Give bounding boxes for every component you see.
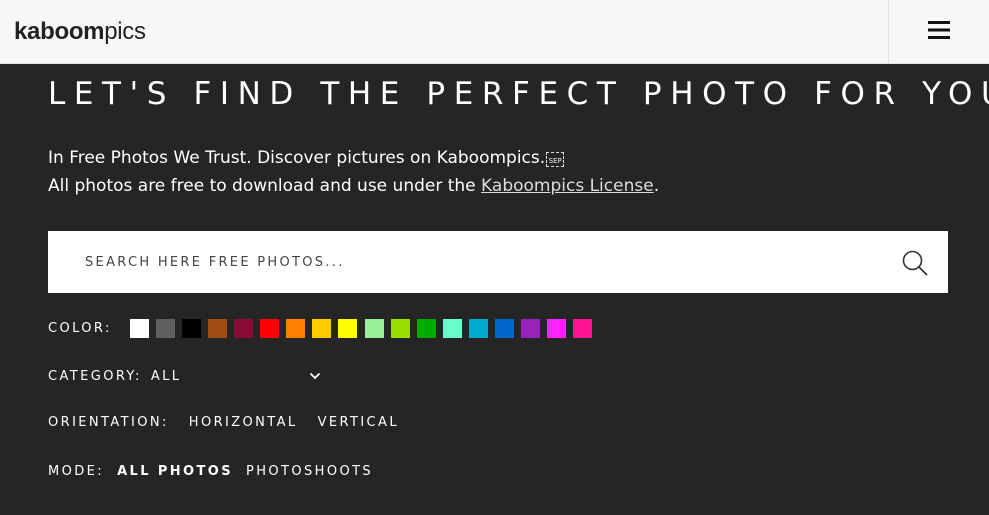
- page-headline: LET'S FIND THE PERFECT PHOTO FOR YOU: [48, 76, 989, 112]
- color-swatch-7[interactable]: [286, 318, 306, 338]
- top-navbar: kaboompics: [0, 0, 989, 64]
- orientation-vertical[interactable]: VERTICAL: [318, 415, 399, 430]
- mode-all-photos[interactable]: ALL PHOTOS: [117, 464, 233, 479]
- menu-button[interactable]: [888, 0, 989, 64]
- color-swatch-5[interactable]: [234, 318, 254, 338]
- intro-line-1: In Free Photos We Trust. Discover pictur…: [48, 148, 546, 168]
- color-swatch-15[interactable]: [495, 318, 515, 338]
- orientation-horizontal[interactable]: HORIZONTAL: [189, 415, 298, 430]
- hamburger-icon: [928, 21, 950, 39]
- category-label: CATEGORY:: [48, 368, 142, 384]
- color-swatch-6[interactable]: [260, 318, 280, 338]
- color-swatch-1[interactable]: [129, 318, 149, 338]
- color-swatch-2[interactable]: [155, 318, 175, 338]
- orientation-label: ORIENTATION:: [48, 414, 169, 430]
- color-swatch-8[interactable]: [312, 318, 332, 338]
- color-swatch-4[interactable]: [208, 318, 228, 338]
- color-swatch-16[interactable]: [521, 318, 541, 338]
- color-swatch-14[interactable]: [468, 318, 488, 338]
- intro-text: In Free Photos We Trust. Discover pictur…: [48, 144, 659, 200]
- color-swatch-10[interactable]: [364, 318, 384, 338]
- site-logo[interactable]: kaboompics: [14, 18, 146, 46]
- color-swatch-18[interactable]: [573, 318, 593, 338]
- intro-line-2-suffix: .: [653, 176, 660, 196]
- category-value: ALL: [150, 368, 182, 384]
- mode-filter: MODE: ALL PHOTOS PHOTOSHOOTS: [48, 462, 373, 480]
- category-select[interactable]: ALL: [151, 369, 321, 384]
- sep-glyph: SEP: [546, 152, 565, 167]
- color-swatch-11[interactable]: [390, 318, 410, 338]
- chevron-down-icon: [309, 372, 320, 380]
- color-swatch-13[interactable]: [442, 318, 462, 338]
- category-filter: CATEGORY: ALL: [48, 367, 321, 385]
- color-swatch-12[interactable]: [416, 318, 436, 338]
- search-input[interactable]: [85, 231, 885, 293]
- intro-line-2-prefix: All photos are free to download and use …: [48, 176, 482, 196]
- logo-bold-text: kaboom: [14, 18, 105, 45]
- license-link[interactable]: Kaboompics License: [481, 176, 654, 196]
- orientation-filter: ORIENTATION: HORIZONTAL VERTICAL: [48, 413, 399, 431]
- color-swatch-9[interactable]: [338, 318, 358, 338]
- color-swatch-17[interactable]: [547, 318, 567, 338]
- mode-photoshoots[interactable]: PHOTOSHOOTS: [246, 464, 373, 479]
- color-swatch-3[interactable]: [181, 318, 201, 338]
- search-icon[interactable]: [902, 250, 928, 276]
- mode-label: MODE:: [48, 463, 105, 479]
- color-swatches: [129, 318, 600, 338]
- color-filter: COLOR:: [48, 318, 599, 338]
- color-label: COLOR:: [48, 320, 112, 336]
- search-box: [48, 231, 948, 293]
- logo-light-text: pics: [104, 18, 146, 45]
